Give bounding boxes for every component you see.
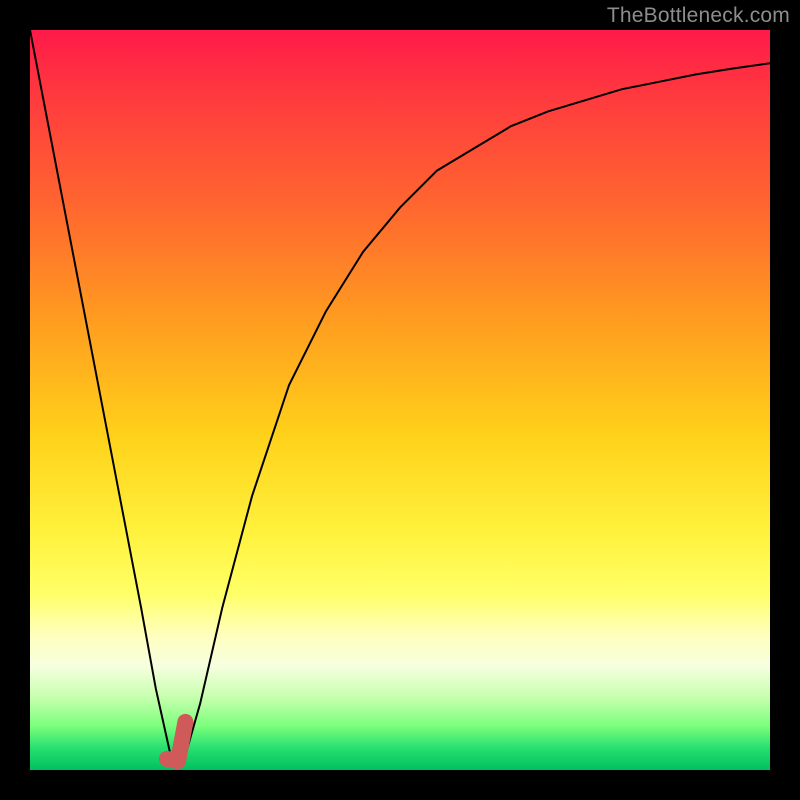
bottleneck-curve	[30, 30, 770, 763]
chart-frame: TheBottleneck.com	[0, 0, 800, 800]
plot-area	[30, 30, 770, 770]
selected-marker	[167, 722, 186, 761]
curve-layer	[30, 30, 770, 770]
attribution-text: TheBottleneck.com	[607, 4, 790, 28]
